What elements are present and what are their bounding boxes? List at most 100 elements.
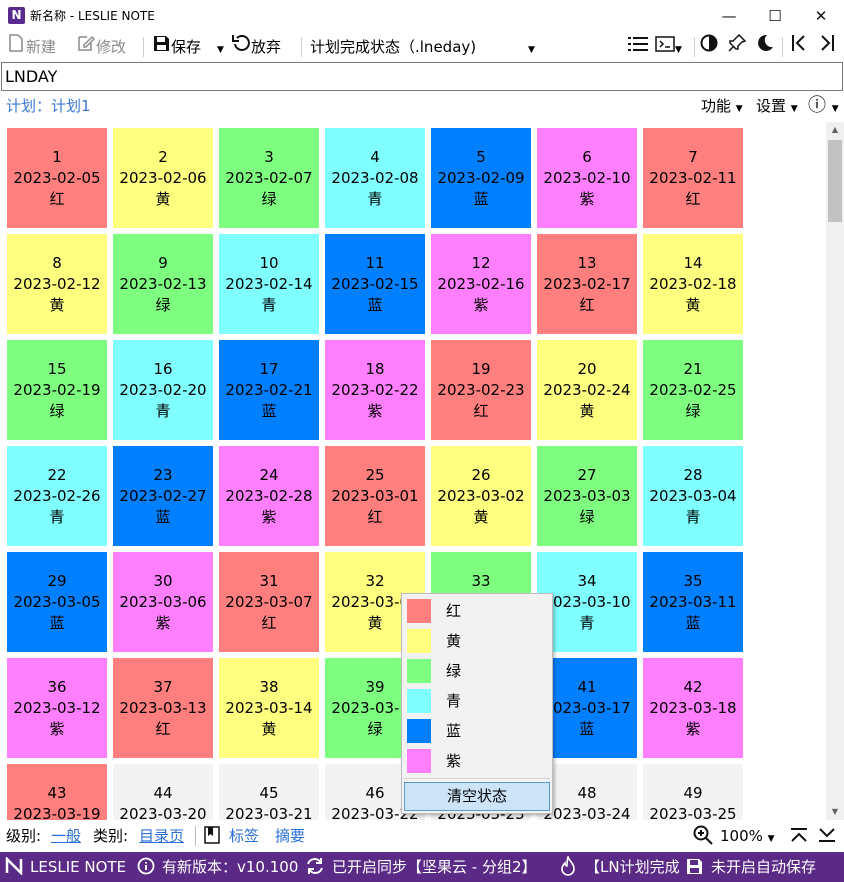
plan-day-cell[interactable]: 4 2023-02-08 青 bbox=[325, 128, 425, 228]
plan-day-cell[interactable]: 5 2023-02-09 蓝 bbox=[431, 128, 531, 228]
plan-day-cell[interactable]: 2 2023-02-06 黄 bbox=[113, 128, 213, 228]
plan-day-cell[interactable]: 49 2023-03-25 bbox=[643, 764, 743, 820]
plan-day-cell[interactable]: 38 2023-03-14 黄 bbox=[219, 658, 319, 758]
dark-mode-button[interactable] bbox=[755, 32, 775, 62]
first-page-button[interactable] bbox=[789, 32, 809, 62]
plan-status[interactable]: 【LN计划完成 bbox=[585, 852, 680, 882]
plan-day-cell[interactable]: 9 2023-02-13 绿 bbox=[113, 234, 213, 334]
sync-status[interactable]: 已开启同步【坚果云 - 分组2】 bbox=[332, 852, 537, 882]
plan-day-cell[interactable]: 26 2023-03-02 黄 bbox=[431, 446, 531, 546]
autosave-status[interactable]: 未开启自动保存 bbox=[711, 852, 816, 882]
zoom-icon[interactable] bbox=[693, 822, 713, 850]
plan-day-cell[interactable]: 1 2023-02-05 红 bbox=[7, 128, 107, 228]
plan-day-cell[interactable]: 30 2023-03-06 紫 bbox=[113, 552, 213, 652]
clear-status-menu-item[interactable]: 清空状态 bbox=[404, 782, 550, 811]
plan-day-cell[interactable]: 27 2023-03-03 绿 bbox=[537, 446, 637, 546]
zoom-dropdown[interactable]: 100% ▼ bbox=[720, 822, 775, 853]
level-value-link[interactable]: 一般 bbox=[51, 822, 81, 850]
plan-day-cell[interactable]: 23 2023-02-27 蓝 bbox=[113, 446, 213, 546]
info-menu[interactable]: ⓘ ▼ bbox=[808, 93, 839, 122]
scroll-down-arrow-icon[interactable]: ▼ bbox=[826, 804, 844, 820]
plan-day-cell[interactable]: 3 2023-02-07 绿 bbox=[219, 128, 319, 228]
save-button[interactable]: 保存 bbox=[151, 32, 201, 62]
save-label: 保存 bbox=[171, 38, 202, 56]
cell-date: 2023-03-01 bbox=[331, 487, 419, 505]
function-menu[interactable]: 功能 ▼ bbox=[701, 93, 743, 122]
settings-menu[interactable]: 设置 ▼ bbox=[756, 93, 798, 122]
status-menu-item[interactable]: 红 bbox=[404, 596, 550, 626]
plan-day-cell[interactable]: 7 2023-02-11 红 bbox=[643, 128, 743, 228]
plan-day-cell[interactable]: 13 2023-02-17 红 bbox=[537, 234, 637, 334]
plan-day-cell[interactable]: 21 2023-02-25 绿 bbox=[643, 340, 743, 440]
edit-button[interactable]: 修改 bbox=[76, 32, 126, 62]
plan-day-cell[interactable]: 35 2023-03-11 蓝 bbox=[643, 552, 743, 652]
first-page-icon bbox=[789, 32, 809, 62]
minimize-button[interactable]: — bbox=[706, 0, 752, 32]
plan-day-cell[interactable]: 36 2023-03-12 紫 bbox=[7, 658, 107, 758]
terminal-button[interactable]: ▼ bbox=[655, 32, 682, 62]
plan-label[interactable]: 计划：计划1 bbox=[6, 93, 91, 119]
plan-day-cell[interactable]: 37 2023-03-13 红 bbox=[113, 658, 213, 758]
plan-day-cell[interactable]: 17 2023-02-21 蓝 bbox=[219, 340, 319, 440]
cell-number: 24 bbox=[259, 466, 279, 484]
cell-date: 2023-02-10 bbox=[543, 169, 631, 187]
pin-button[interactable] bbox=[727, 32, 747, 62]
vertical-scrollbar[interactable]: ▲ ▼ bbox=[826, 122, 844, 820]
tags-link[interactable]: 标签 bbox=[229, 822, 259, 850]
collapse-up-icon[interactable] bbox=[789, 822, 809, 850]
cell-status: 青 bbox=[685, 508, 701, 526]
plan-day-cell[interactable]: 14 2023-02-18 黄 bbox=[643, 234, 743, 334]
plan-day-cell[interactable]: 12 2023-02-16 紫 bbox=[431, 234, 531, 334]
last-page-button[interactable] bbox=[817, 32, 837, 62]
cell-status: 紫 bbox=[473, 296, 489, 314]
status-menu-item[interactable]: 绿 bbox=[404, 656, 550, 686]
plan-day-cell[interactable]: 10 2023-02-14 青 bbox=[219, 234, 319, 334]
summary-link[interactable]: 摘要 bbox=[275, 822, 305, 850]
plan-day-cell[interactable]: 15 2023-02-19 绿 bbox=[7, 340, 107, 440]
plan-type-label: 计划完成状态（.lneday) bbox=[310, 38, 477, 56]
new-button[interactable]: 新建 bbox=[6, 32, 56, 62]
expand-down-icon[interactable] bbox=[817, 822, 837, 850]
list-button[interactable] bbox=[628, 32, 648, 62]
status-menu-item[interactable]: 黄 bbox=[404, 626, 550, 656]
plan-day-cell[interactable]: 42 2023-03-18 紫 bbox=[643, 658, 743, 758]
plan-day-cell[interactable]: 11 2023-02-15 蓝 bbox=[325, 234, 425, 334]
plan-day-cell[interactable]: 25 2023-03-01 红 bbox=[325, 446, 425, 546]
plan-type-dropdown-arrow[interactable]: ▼ bbox=[528, 32, 535, 62]
edit-icon bbox=[76, 32, 96, 62]
plan-day-cell[interactable]: 31 2023-03-07 红 bbox=[219, 552, 319, 652]
plan-day-cell[interactable]: 19 2023-02-23 红 bbox=[431, 340, 531, 440]
plan-day-cell[interactable]: 6 2023-02-10 紫 bbox=[537, 128, 637, 228]
discard-button[interactable]: 放弃 bbox=[231, 32, 281, 62]
plan-day-cell[interactable]: 45 2023-03-21 bbox=[219, 764, 319, 820]
save-dropdown-button[interactable]: ▼ bbox=[217, 32, 224, 62]
contrast-button[interactable] bbox=[699, 32, 719, 62]
plan-day-cell[interactable]: 28 2023-03-04 青 bbox=[643, 446, 743, 546]
scroll-up-arrow-icon[interactable]: ▲ bbox=[826, 122, 844, 138]
plan-day-cell[interactable]: 24 2023-02-28 紫 bbox=[219, 446, 319, 546]
cell-date: 2023-02-08 bbox=[331, 169, 419, 187]
plan-day-cell[interactable]: 16 2023-02-20 青 bbox=[113, 340, 213, 440]
status-menu-item[interactable]: 蓝 bbox=[404, 716, 550, 746]
plan-day-cell[interactable]: 29 2023-03-05 蓝 bbox=[7, 552, 107, 652]
plan-day-cell[interactable]: 22 2023-02-26 青 bbox=[7, 446, 107, 546]
color-swatch-icon bbox=[407, 629, 431, 653]
close-button[interactable]: ✕ bbox=[798, 0, 844, 32]
plan-type-dropdown[interactable]: 计划完成状态（.lneday) bbox=[310, 32, 476, 62]
status-menu-item[interactable]: 紫 bbox=[404, 746, 550, 776]
plan-day-cell[interactable]: 44 2023-03-20 bbox=[113, 764, 213, 820]
plan-day-cell[interactable]: 432023-03-19红 bbox=[7, 764, 107, 820]
cell-number: 49 bbox=[683, 784, 703, 802]
cell-number: 18 bbox=[365, 360, 385, 378]
bookmark-icon[interactable] bbox=[204, 822, 220, 850]
scrollbar-thumb[interactable] bbox=[828, 140, 842, 222]
category-value-link[interactable]: 目录页 bbox=[139, 822, 184, 850]
note-name-field[interactable]: LNDAY bbox=[1, 62, 843, 91]
update-notice[interactable]: 有新版本：v10.100 bbox=[162, 852, 298, 882]
status-menu-item[interactable]: 青 bbox=[404, 686, 550, 716]
cell-date: 2023-03-20 bbox=[119, 805, 207, 820]
plan-day-cell[interactable]: 20 2023-02-24 黄 bbox=[537, 340, 637, 440]
plan-day-cell[interactable]: 18 2023-02-22 紫 bbox=[325, 340, 425, 440]
maximize-button[interactable]: ☐ bbox=[752, 0, 798, 32]
plan-day-cell[interactable]: 8 2023-02-12 黄 bbox=[7, 234, 107, 334]
